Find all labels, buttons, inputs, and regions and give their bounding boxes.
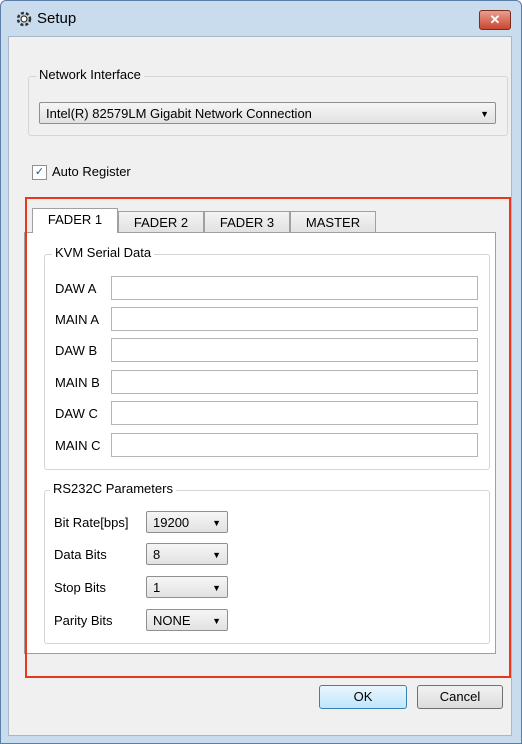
network-interface-value: Intel(R) 82579LM Gigabit Network Connect…	[46, 106, 312, 121]
chevron-down-icon: ▼	[480, 109, 489, 119]
daw-b-input[interactable]	[111, 338, 478, 362]
stop-bits-label: Stop Bits	[54, 580, 107, 595]
kvm-serial-data-label: KVM Serial Data	[52, 245, 155, 260]
tab-master[interactable]: MASTER	[290, 211, 376, 233]
ok-button-label: OK	[353, 689, 373, 704]
stop-bits-select[interactable]: 1 ▼	[146, 576, 228, 598]
network-interface-select[interactable]: Intel(R) 82579LM Gigabit Network Connect…	[39, 102, 496, 124]
settings-gear-icon	[16, 11, 32, 27]
main-b-label: MAIN B	[55, 375, 100, 390]
chevron-down-icon: ▼	[212, 583, 221, 593]
rs232c-parameters-label: RS232C Parameters	[50, 481, 176, 496]
bit-rate-value: 19200	[153, 515, 190, 530]
window-title: Setup	[37, 10, 77, 27]
main-c-input[interactable]	[111, 433, 478, 457]
tab-fader-1[interactable]: FADER 1	[32, 208, 118, 233]
daw-c-label: DAW C	[55, 406, 98, 421]
close-icon: ✕	[489, 12, 501, 27]
tab-label: FADER 3	[219, 215, 275, 230]
network-interface-label: Network Interface	[36, 67, 144, 82]
parity-bits-value: NONE	[153, 613, 191, 628]
daw-c-input[interactable]	[111, 401, 478, 425]
daw-b-label: DAW B	[55, 343, 98, 358]
stop-bits-value: 1	[153, 580, 161, 595]
bit-rate-label: Bit Rate[bps]	[54, 515, 129, 530]
parity-bits-label: Parity Bits	[54, 613, 113, 628]
data-bits-value: 8	[153, 547, 161, 562]
chevron-down-icon: ▼	[212, 550, 221, 560]
chevron-down-icon: ▼	[212, 616, 221, 626]
data-bits-label: Data Bits	[54, 547, 107, 562]
main-a-label: MAIN A	[55, 312, 100, 327]
tab-label: FADER 1	[47, 212, 103, 227]
main-c-label: MAIN C	[55, 438, 101, 453]
checkmark-icon: ✓	[34, 166, 45, 178]
ok-button[interactable]: OK	[319, 685, 407, 709]
main-a-input[interactable]	[111, 307, 478, 331]
cancel-button-label: Cancel	[439, 689, 481, 704]
tab-fader-2[interactable]: FADER 2	[118, 211, 204, 233]
parity-bits-select[interactable]: NONE ▼	[146, 609, 228, 631]
title-bar[interactable]: Setup ✕	[1, 1, 521, 37]
daw-a-label: DAW A	[55, 281, 97, 296]
auto-register-checkbox[interactable]: ✓	[32, 165, 47, 180]
main-b-input[interactable]	[111, 370, 478, 394]
daw-a-input[interactable]	[111, 276, 478, 300]
tab-fader-3[interactable]: FADER 3	[204, 211, 290, 233]
close-button[interactable]: ✕	[479, 10, 511, 30]
auto-register-label[interactable]: Auto Register	[52, 164, 131, 179]
data-bits-select[interactable]: 8 ▼	[146, 543, 228, 565]
bit-rate-select[interactable]: 19200 ▼	[146, 511, 228, 533]
cancel-button[interactable]: Cancel	[417, 685, 503, 709]
chevron-down-icon: ▼	[212, 518, 221, 528]
tab-label: FADER 2	[133, 215, 189, 230]
tab-label: MASTER	[305, 215, 361, 230]
